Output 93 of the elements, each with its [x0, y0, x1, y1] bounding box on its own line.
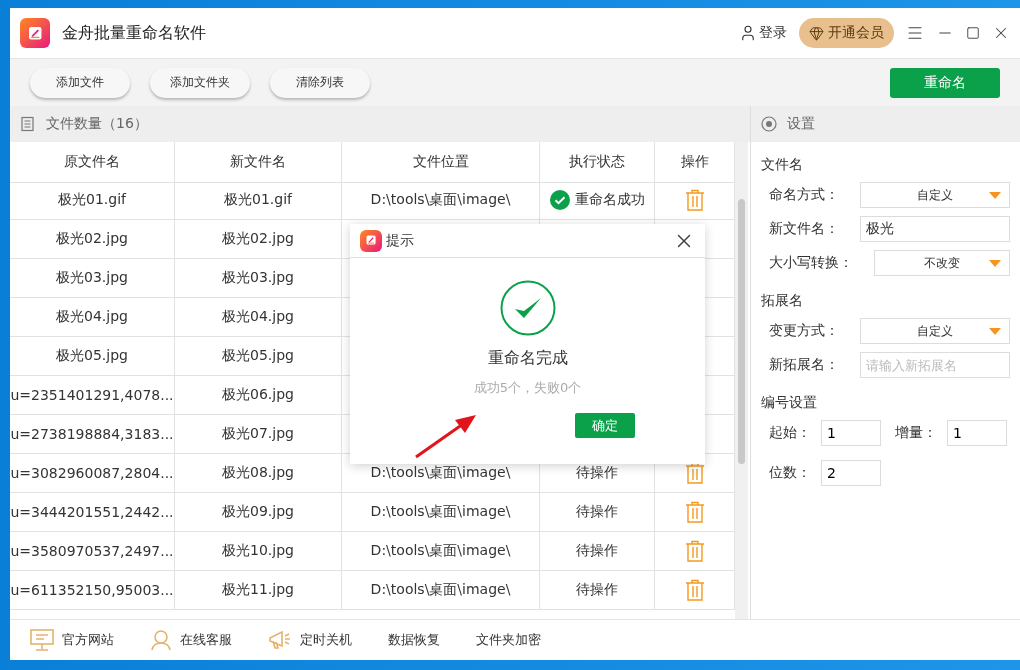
table-cell: u=2738198884,3183...: [10, 415, 175, 454]
scrollbar-thumb[interactable]: [738, 199, 745, 464]
number-field[interactable]: 1: [947, 420, 1007, 446]
section-title: 拓展名: [761, 292, 804, 310]
diamond-icon: [809, 25, 824, 41]
dialog-title: 提示: [386, 231, 415, 250]
status-text: 重命名成功: [574, 191, 645, 209]
settings-title: 设置: [787, 115, 815, 133]
field-label: 命名方式：: [769, 186, 840, 204]
input-field[interactable]: 请输入新拓展名: [860, 352, 1010, 378]
footer-link[interactable]: 官方网站: [62, 631, 114, 649]
annotation-arrow: [413, 412, 479, 460]
trash-icon[interactable]: [684, 579, 705, 601]
table-cell: 极光03.jpg: [175, 259, 342, 298]
input-field[interactable]: 极光: [860, 216, 1010, 242]
field-label: 大小写转换：: [769, 254, 847, 272]
megaphone-icon: [268, 630, 292, 650]
number-field[interactable]: 2: [821, 460, 881, 486]
footer-link[interactable]: 定时关机: [300, 631, 352, 649]
trash-icon[interactable]: [684, 189, 705, 211]
footer-link[interactable]: 在线客服: [180, 631, 232, 649]
table-cell: 极光01.gif: [175, 181, 342, 220]
radio-icon: [761, 116, 777, 132]
monitor-icon: [30, 629, 54, 651]
table-cell: 待操作: [540, 571, 655, 610]
table-cell: u=3444201551,2442...: [10, 493, 175, 532]
table-cell: 待操作: [540, 532, 655, 571]
column-header: 执行状态: [540, 142, 655, 183]
dropdown-arrow-icon: [989, 328, 1001, 335]
menu-icon[interactable]: [906, 24, 924, 42]
table-cell: D:\tools\桌面\image\: [342, 571, 540, 610]
app-logo-icon: [360, 229, 382, 252]
table-cell: D:\tools\桌面\image\: [342, 532, 540, 571]
section-title: 文件名: [761, 156, 804, 174]
field-label: 增量：: [895, 424, 937, 442]
table-cell: 极光08.jpg: [175, 454, 342, 493]
check-circle-icon: [549, 190, 570, 210]
toolbar-button[interactable]: 添加文件: [30, 67, 130, 98]
column-header: 文件位置: [342, 142, 540, 183]
field-label: 新文件名：: [769, 220, 840, 238]
table-cell: 极光10.jpg: [175, 532, 342, 571]
table-cell: 极光02.jpg: [10, 220, 175, 259]
table-cell: 极光02.jpg: [175, 220, 342, 259]
dropdown[interactable]: 自定义: [860, 318, 1010, 344]
window-title: 金舟批量重命名软件: [62, 22, 207, 44]
list-icon: [20, 116, 36, 132]
table-cell: 极光05.jpg: [175, 337, 342, 376]
toolbar-button[interactable]: 清除列表: [270, 67, 370, 98]
footer-link[interactable]: 数据恢复: [388, 631, 440, 649]
table-cell: u=2351401291,4078...: [10, 376, 175, 415]
footer-link[interactable]: 文件夹加密: [476, 631, 541, 649]
vip-button[interactable]: 开通会员: [799, 18, 894, 48]
person-icon: [150, 629, 172, 651]
table-cell: D:\tools\桌面\image\: [342, 181, 540, 220]
trash-icon[interactable]: [684, 540, 705, 562]
table-cell: 极光06.jpg: [175, 376, 342, 415]
table-cell: u=611352150,95003...: [10, 571, 175, 610]
table-cell: 极光05.jpg: [10, 337, 175, 376]
trash-icon[interactable]: [684, 501, 705, 523]
app-logo-icon: [20, 18, 50, 48]
trash-icon[interactable]: [684, 462, 705, 484]
dropdown[interactable]: 自定义: [860, 182, 1010, 208]
number-field[interactable]: 1: [821, 420, 881, 446]
dropdown-arrow-icon: [989, 192, 1001, 199]
column-header: 新文件名: [175, 142, 342, 183]
table-cell: 极光03.jpg: [10, 259, 175, 298]
table-cell: 极光09.jpg: [175, 493, 342, 532]
dialog-heading: 重命名完成: [487, 348, 568, 369]
field-label: 新拓展名：: [769, 356, 840, 374]
table-cell: D:\tools\桌面\image\: [342, 493, 540, 532]
dropdown-arrow-icon: [989, 260, 1001, 267]
field-label: 起始：: [769, 424, 811, 442]
maximize-icon[interactable]: [966, 26, 980, 40]
field-label: 变更方式：: [769, 322, 840, 340]
section-title: 编号设置: [761, 394, 818, 412]
table-cell: 极光07.jpg: [175, 415, 342, 454]
table-cell: 待操作: [540, 493, 655, 532]
table-cell: 极光04.jpg: [10, 298, 175, 337]
dropdown[interactable]: 不改变: [874, 250, 1010, 276]
table-cell: 极光04.jpg: [175, 298, 342, 337]
check-circle-icon: [499, 280, 556, 336]
table-cell: 极光11.jpg: [175, 571, 342, 610]
field-label: 位数：: [769, 464, 811, 482]
table-cell: 极光01.gif: [10, 181, 175, 220]
dialog-summary: 成功5个，失败0个: [473, 379, 582, 397]
column-header: 原文件名: [10, 142, 175, 183]
toolbar-button[interactable]: 添加文件夹: [150, 67, 250, 98]
scrollbar[interactable]: [735, 142, 748, 619]
table-cell: u=3082960087,2804...: [10, 454, 175, 493]
file-count: 文件数量（16）: [46, 115, 148, 133]
login-button[interactable]: 登录: [739, 24, 787, 42]
table-cell: u=3580970537,2497...: [10, 532, 175, 571]
user-icon: [739, 24, 757, 42]
